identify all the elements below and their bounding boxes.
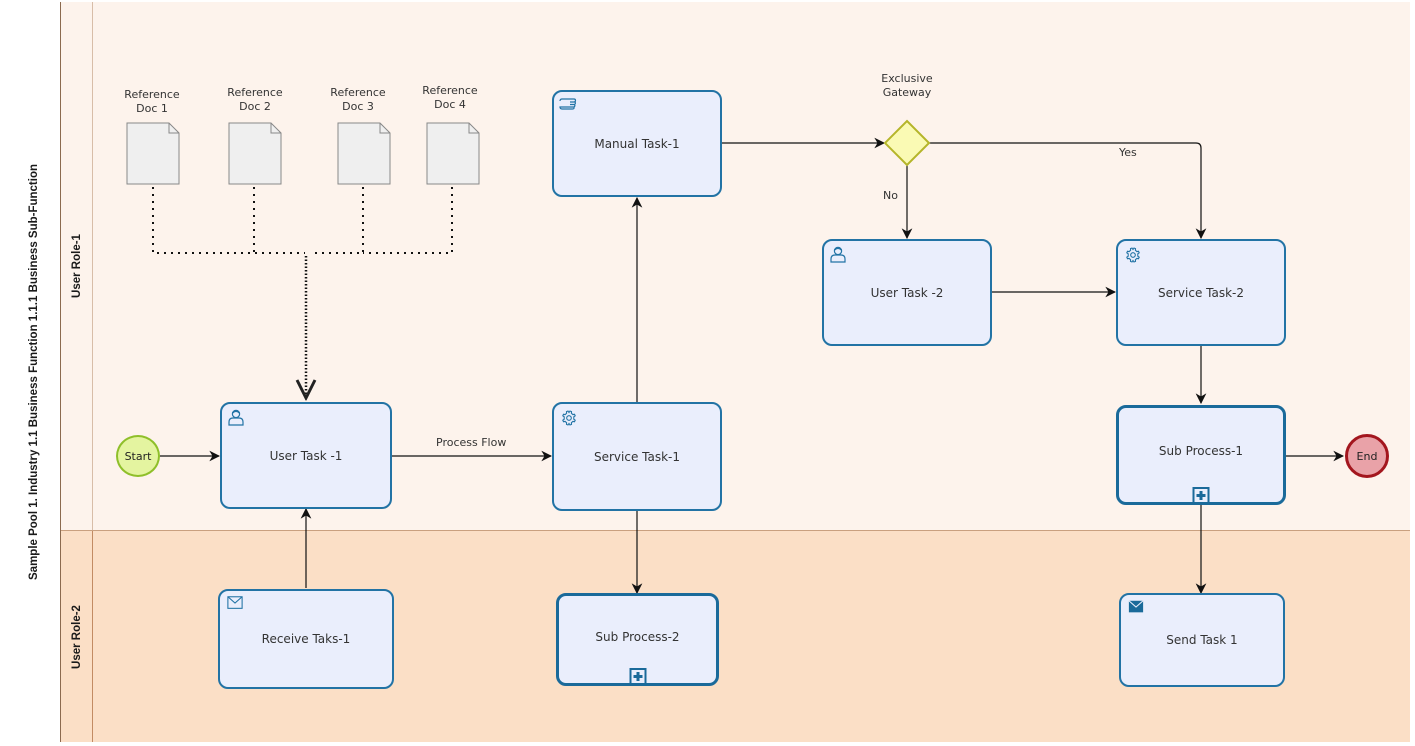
task-label: Sub Process-2 — [595, 629, 680, 644]
user-task-2[interactable]: User Task -2 — [822, 239, 992, 346]
data-object-doc-2[interactable] — [228, 122, 282, 185]
service-task-1[interactable]: Service Task-1 — [552, 402, 722, 511]
flow-gateway-yes[interactable] — [929, 142, 1207, 240]
start-event-label: Start — [124, 449, 152, 463]
sub-process-2[interactable]: Sub Process-2 — [556, 593, 719, 686]
data-object-doc-1[interactable] — [126, 122, 180, 185]
end-event-label: End — [1356, 449, 1378, 463]
envelope-filled-icon — [1128, 600, 1144, 613]
expand-plus-icon[interactable] — [629, 668, 646, 685]
manual-task-1[interactable]: Manual Task-1 — [552, 90, 722, 197]
exclusive-gateway[interactable] — [883, 119, 931, 167]
data-object-doc-3[interactable] — [337, 122, 391, 185]
sub-process-1[interactable]: Sub Process-1 — [1116, 405, 1286, 505]
end-event[interactable]: End — [1345, 434, 1389, 478]
expand-plus-icon[interactable] — [1192, 487, 1210, 504]
user-icon — [830, 246, 846, 263]
data-object-doc-4[interactable] — [426, 122, 480, 185]
user-icon — [228, 409, 244, 426]
task-label: Manual Task-1 — [594, 136, 680, 151]
task-label: Service Task-1 — [593, 449, 681, 464]
doc-label-3: Reference Doc 3 — [330, 86, 386, 113]
task-label: Sub Process-1 — [1158, 444, 1244, 458]
user-task-1[interactable]: User Task -1 — [220, 402, 392, 509]
service-task-2[interactable]: Service Task-2 — [1116, 239, 1286, 346]
association-doc3[interactable] — [310, 187, 364, 254]
task-label: Send Task 1 — [1166, 633, 1238, 647]
flow-label-process-flow: Process Flow — [436, 436, 507, 449]
association-doc4[interactable] — [363, 187, 453, 254]
hand-icon — [559, 98, 577, 110]
start-event[interactable]: Start — [116, 435, 160, 477]
doc-label-4: Reference Doc 4 — [422, 84, 478, 111]
task-label: User Task -2 — [870, 285, 944, 300]
envelope-outline-icon — [227, 596, 243, 609]
flow-label-yes: Yes — [1119, 146, 1137, 159]
association-doc1[interactable] — [152, 187, 305, 254]
gateway-label: Exclusive Gateway — [881, 72, 933, 99]
send-task-1[interactable]: Send Task 1 — [1119, 593, 1285, 687]
task-label: Service Task-2 — [1157, 285, 1245, 300]
doc-label-2: Reference Doc 2 — [227, 86, 283, 113]
task-label: Receive Taks-1 — [261, 632, 351, 646]
gear-icon — [562, 410, 576, 426]
receive-task-1[interactable]: Receive Taks-1 — [218, 589, 394, 689]
association-lines — [152, 187, 453, 254]
gear-icon — [1126, 247, 1140, 263]
flow-label-no: No — [883, 189, 898, 202]
task-label: User Task -1 — [269, 448, 343, 463]
doc-label-1: Reference Doc 1 — [124, 88, 180, 115]
